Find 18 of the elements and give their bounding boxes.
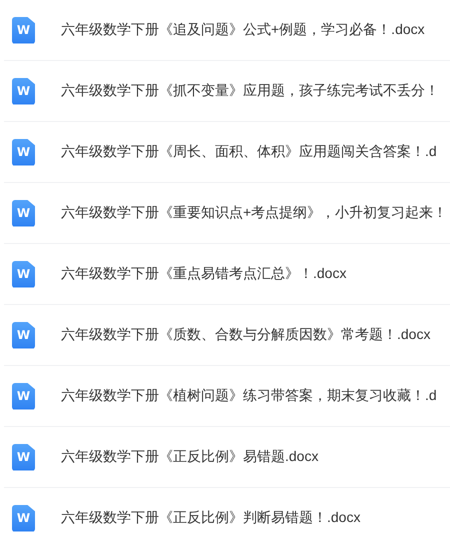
file-name[interactable]: 六年级数学下册《重要知识点+考点提纲》，小升初复习起来！ (61, 204, 448, 222)
word-file-icon: W (12, 504, 35, 532)
word-file-icon: W (12, 16, 35, 44)
word-file-icon: W (12, 444, 35, 470)
word-file-icon: W (12, 138, 35, 166)
file-name[interactable]: 六年级数学下册《重点易错考点汇总》！.docx (61, 265, 346, 283)
file-name[interactable]: 六年级数学下册《追及问题》公式+例题，学习必备！.docx (61, 21, 425, 39)
word-file-icon: W (12, 200, 35, 226)
word-file-icon: W (12, 322, 35, 348)
file-name[interactable]: 六年级数学下册《抓不变量》应用题，孩子练完考试不丢分！ (61, 82, 439, 100)
file-name[interactable]: 六年级数学下册《植树问题》练习带答案，期末复习收藏！.d (61, 387, 437, 405)
word-file-icon: W (12, 78, 35, 104)
word-file-icon: W (12, 382, 35, 410)
word-file-icon: W (12, 260, 35, 288)
file-name[interactable]: 六年级数学下册《正反比例》易错题.docx (61, 448, 318, 466)
file-name[interactable]: 六年级数学下册《周长、面积、体积》应用题闯关含答案！.d (61, 143, 437, 161)
file-name[interactable]: 六年级数学下册《质数、合数与分解质因数》常考题！.docx (61, 326, 430, 344)
file-name[interactable]: 六年级数学下册《正反比例》判断易错题！.docx (61, 509, 360, 527)
